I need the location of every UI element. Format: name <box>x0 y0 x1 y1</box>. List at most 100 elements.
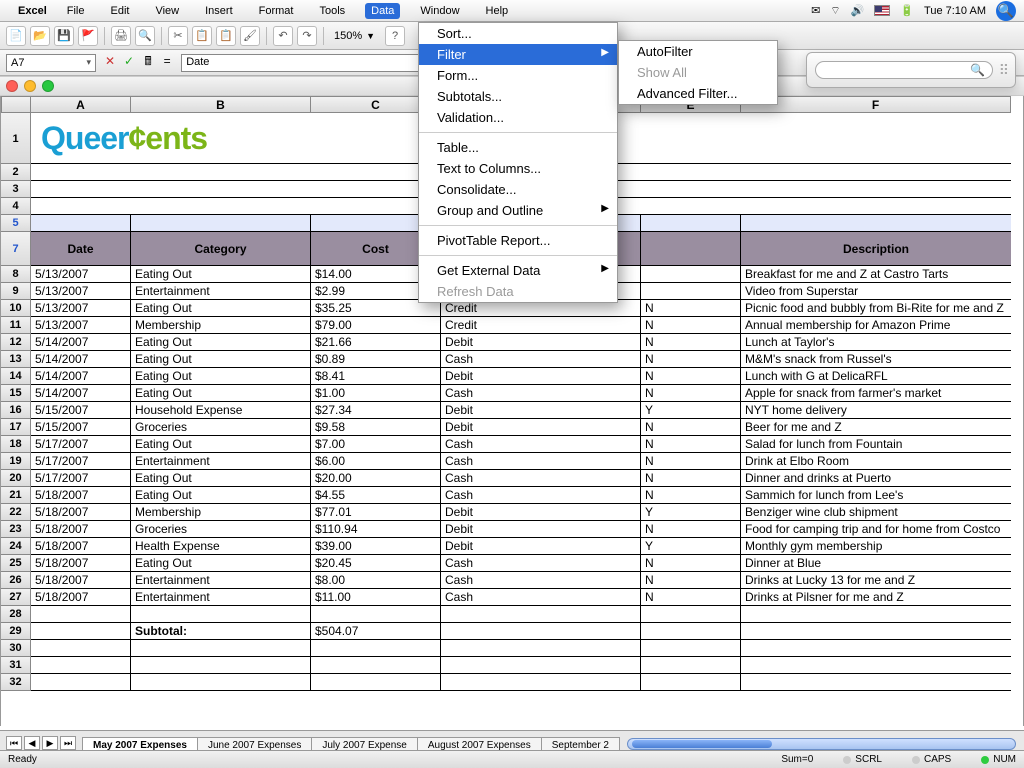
save-button[interactable]: 💾 <box>54 26 74 46</box>
menu-help[interactable]: Help <box>480 3 515 19</box>
row-header-5[interactable]: 5 <box>1 215 31 232</box>
cell-19-E[interactable]: N <box>641 453 741 470</box>
cell-27-C[interactable]: $11.00 <box>311 589 441 606</box>
copy-button[interactable]: 📋 <box>192 26 212 46</box>
cell-25-B[interactable]: Eating Out <box>131 555 311 572</box>
cell-16-A[interactable]: 5/15/2007 <box>31 402 131 419</box>
cell-19-A[interactable]: 5/17/2007 <box>31 453 131 470</box>
cell-14-D[interactable]: Debit <box>441 368 641 385</box>
cell-31-C[interactable] <box>311 657 441 674</box>
data-menu-group-and-outline[interactable]: Group and Outline▶ <box>419 200 617 221</box>
cell-21-A[interactable]: 5/18/2007 <box>31 487 131 504</box>
cell-20-D[interactable]: Cash <box>441 470 641 487</box>
row-header-32[interactable]: 32 <box>1 674 31 691</box>
cell-26-F[interactable]: Drinks at Lucky 13 for me and Z <box>741 572 1011 589</box>
cell-18-B[interactable]: Eating Out <box>131 436 311 453</box>
cell-24-C[interactable]: $39.00 <box>311 538 441 555</box>
cell-16-C[interactable]: $27.34 <box>311 402 441 419</box>
flag-icon[interactable] <box>874 5 890 16</box>
cell-10-F[interactable]: Picnic food and bubbly from Bi-Rite for … <box>741 300 1011 317</box>
data-menu-form-[interactable]: Form... <box>419 65 617 86</box>
menu-data[interactable]: Data <box>365 3 400 19</box>
cell-30-A[interactable] <box>31 640 131 657</box>
cell-23-F[interactable]: Food for camping trip and for home from … <box>741 521 1011 538</box>
cell-24-D[interactable]: Debit <box>441 538 641 555</box>
cell-25-F[interactable]: Dinner at Blue <box>741 555 1011 572</box>
wifi-icon[interactable]: ⌔ <box>830 4 840 18</box>
clock[interactable]: Tue 7:10 AM <box>924 5 986 17</box>
cell-17-F[interactable]: Beer for me and Z <box>741 419 1011 436</box>
cell-31-A[interactable] <box>31 657 131 674</box>
format-painter-button[interactable]: 🖌 <box>240 26 260 46</box>
cell-15-B[interactable]: Eating Out <box>131 385 311 402</box>
cell-26-A[interactable]: 5/18/2007 <box>31 572 131 589</box>
cell-22-C[interactable]: $77.01 <box>311 504 441 521</box>
cell-27-B[interactable]: Entertainment <box>131 589 311 606</box>
cell-16-E[interactable]: Y <box>641 402 741 419</box>
cell-32-B[interactable] <box>131 674 311 691</box>
data-menu-consolidate-[interactable]: Consolidate... <box>419 179 617 200</box>
cell-26-E[interactable]: N <box>641 572 741 589</box>
filter-menu-advanced-filter-[interactable]: Advanced Filter... <box>619 83 777 104</box>
cell-13-E[interactable]: N <box>641 351 741 368</box>
cell-14-C[interactable]: $8.41 <box>311 368 441 385</box>
cell-13-F[interactable]: M&M's snack from Russel's <box>741 351 1011 368</box>
cell-29-C[interactable]: $504.07 <box>311 623 441 640</box>
cell-5-B[interactable] <box>131 215 311 232</box>
menu-format[interactable]: Format <box>253 3 300 19</box>
data-menu-subtotals-[interactable]: Subtotals... <box>419 86 617 107</box>
cell-18-F[interactable]: Salad for lunch from Fountain <box>741 436 1011 453</box>
mail-icon[interactable]: ✉︎ <box>811 4 820 17</box>
cut-button[interactable]: ✂ <box>168 26 188 46</box>
open-button[interactable]: 📂 <box>30 26 50 46</box>
row-header-7[interactable]: 7 <box>1 232 31 266</box>
redo-button[interactable]: ↷ <box>297 26 317 46</box>
row-header-17[interactable]: 17 <box>1 419 31 436</box>
cell-8-E[interactable] <box>641 266 741 283</box>
cell-29-E[interactable] <box>641 623 741 640</box>
equals-icon[interactable]: = <box>159 54 175 68</box>
column-header-F[interactable]: F <box>741 96 1011 113</box>
cell-20-A[interactable]: 5/17/2007 <box>31 470 131 487</box>
cell-21-B[interactable]: Eating Out <box>131 487 311 504</box>
tab-nav-first[interactable]: ⏮ <box>6 736 22 750</box>
row-header-25[interactable]: 25 <box>1 555 31 572</box>
cell-12-A[interactable]: 5/14/2007 <box>31 334 131 351</box>
filter-menu-autofilter[interactable]: AutoFilter <box>619 41 777 62</box>
row-header-19[interactable]: 19 <box>1 453 31 470</box>
cell-29-A[interactable] <box>31 623 131 640</box>
data-menu-text-to-columns-[interactable]: Text to Columns... <box>419 158 617 179</box>
column-header-B[interactable]: B <box>131 96 311 113</box>
cell-23-C[interactable]: $110.94 <box>311 521 441 538</box>
cell-16-D[interactable]: Debit <box>441 402 641 419</box>
data-menu-get-external-data[interactable]: Get External Data▶ <box>419 260 617 281</box>
cell-28-C[interactable] <box>311 606 441 623</box>
row-header-2[interactable]: 2 <box>1 164 31 181</box>
row-header-24[interactable]: 24 <box>1 538 31 555</box>
cell-10-E[interactable]: N <box>641 300 741 317</box>
cell-31-D[interactable] <box>441 657 641 674</box>
cell-21-D[interactable]: Cash <box>441 487 641 504</box>
cell-13-C[interactable]: $0.89 <box>311 351 441 368</box>
preview-button[interactable]: 🔍 <box>135 26 155 46</box>
row-header-18[interactable]: 18 <box>1 436 31 453</box>
cell-27-E[interactable]: N <box>641 589 741 606</box>
row-header-20[interactable]: 20 <box>1 470 31 487</box>
menu-window[interactable]: Window <box>414 3 465 19</box>
cell-31-B[interactable] <box>131 657 311 674</box>
undo-button[interactable]: ↶ <box>273 26 293 46</box>
search-input[interactable] <box>815 61 993 79</box>
data-menu-sort-[interactable]: Sort... <box>419 23 617 44</box>
cell-11-C[interactable]: $79.00 <box>311 317 441 334</box>
row-header-9[interactable]: 9 <box>1 283 31 300</box>
cell-27-F[interactable]: Drinks at Pilsner for me and Z <box>741 589 1011 606</box>
spotlight-icon[interactable]: 🔍 <box>996 1 1016 21</box>
horizontal-scrollbar[interactable] <box>627 738 1016 750</box>
menu-edit[interactable]: Edit <box>104 3 135 19</box>
row-header-29[interactable]: 29 <box>1 623 31 640</box>
menu-view[interactable]: View <box>149 3 185 19</box>
row-header-10[interactable]: 10 <box>1 300 31 317</box>
flag-button[interactable]: 🚩 <box>78 26 98 46</box>
cell-12-D[interactable]: Debit <box>441 334 641 351</box>
cell-15-A[interactable]: 5/14/2007 <box>31 385 131 402</box>
